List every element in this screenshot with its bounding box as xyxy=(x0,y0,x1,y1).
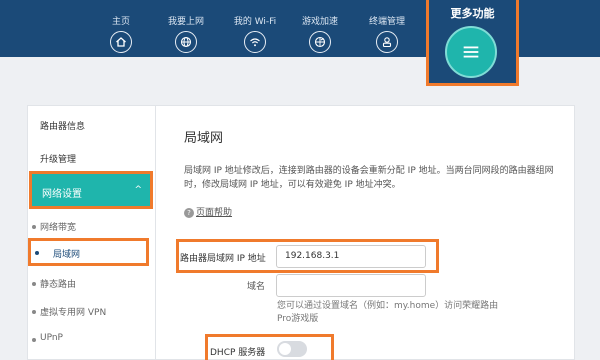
domain-input[interactable] xyxy=(276,274,426,297)
bullet-icon xyxy=(32,282,36,286)
globe-icon xyxy=(175,31,197,53)
nav-game-accel[interactable]: 游戏加速 xyxy=(290,0,350,57)
sidebar-item-lan-label: 局域网 xyxy=(53,250,81,260)
page-description: 局域网 IP 地址修改后，连接到路由器的设备会重新分配 IP 地址。当两台同网段… xyxy=(184,166,554,190)
bullet-icon xyxy=(35,251,39,255)
sidebar-item-upgrade[interactable]: 升级管理 xyxy=(40,152,76,165)
ip-input[interactable]: 192.168.3.1 xyxy=(276,245,426,268)
home-icon xyxy=(110,31,132,53)
nav-wifi-label: 我的 Wi-Fi xyxy=(233,17,277,27)
user-icon xyxy=(376,31,398,53)
sidebar-group-network-settings[interactable]: 网络设置 ^ xyxy=(29,171,153,209)
page-title: 局域网 xyxy=(184,131,224,146)
bullet-icon xyxy=(32,310,36,314)
nav-home[interactable]: 主页 xyxy=(91,0,151,57)
nav-internet-label: 我要上网 xyxy=(167,17,204,27)
nav-devices[interactable]: 终端管理 xyxy=(357,0,417,57)
sidebar-item-router-info[interactable]: 路由器信息 xyxy=(40,119,85,132)
sidebar-item-static-route[interactable]: 静态路由 xyxy=(40,277,76,290)
nav-home-label: 主页 xyxy=(111,17,130,27)
nav-wifi[interactable]: 我的 Wi-Fi xyxy=(225,0,285,57)
help-icon: ? xyxy=(184,207,194,218)
nav-more-label: 更多功能 xyxy=(450,7,495,20)
bullet-icon xyxy=(32,225,36,229)
dhcp-label: DHCP 服务器 xyxy=(210,348,266,358)
nav-internet[interactable]: 我要上网 xyxy=(156,0,216,57)
dhcp-toggle[interactable] xyxy=(277,341,307,357)
sidebar-item-upnp[interactable]: UPnP xyxy=(40,333,63,343)
help-link[interactable]: ? 页面帮助 xyxy=(184,205,232,218)
sidebar-item-bandwidth[interactable]: 网络带宽 xyxy=(40,220,76,233)
domain-label: 域名 xyxy=(247,282,266,292)
menu-icon xyxy=(445,26,497,78)
toggle-knob xyxy=(279,343,291,355)
sidebar-item-vpn[interactable]: 虚拟专用网 VPN xyxy=(40,305,106,318)
help-link-label: 页面帮助 xyxy=(196,208,233,218)
wifi-icon xyxy=(244,31,266,53)
nav-devices-label: 终端管理 xyxy=(368,17,405,27)
sidebar-item-lan[interactable]: 局域网 xyxy=(28,238,149,266)
nav-more-functions[interactable]: 更多功能 xyxy=(426,0,519,86)
bullet-icon xyxy=(32,338,36,342)
domain-hint: 您可以通过设置域名（例如：my.home）访问荣耀路由Pro游戏版 xyxy=(277,301,499,324)
chevron-up-icon: ^ xyxy=(134,185,142,195)
game-accel-icon xyxy=(309,31,331,53)
nav-game-accel-label: 游戏加速 xyxy=(301,17,338,27)
ip-label: 路由器局域网 IP 地址 xyxy=(180,254,266,264)
sidebar-group-label: 网络设置 xyxy=(42,189,82,200)
